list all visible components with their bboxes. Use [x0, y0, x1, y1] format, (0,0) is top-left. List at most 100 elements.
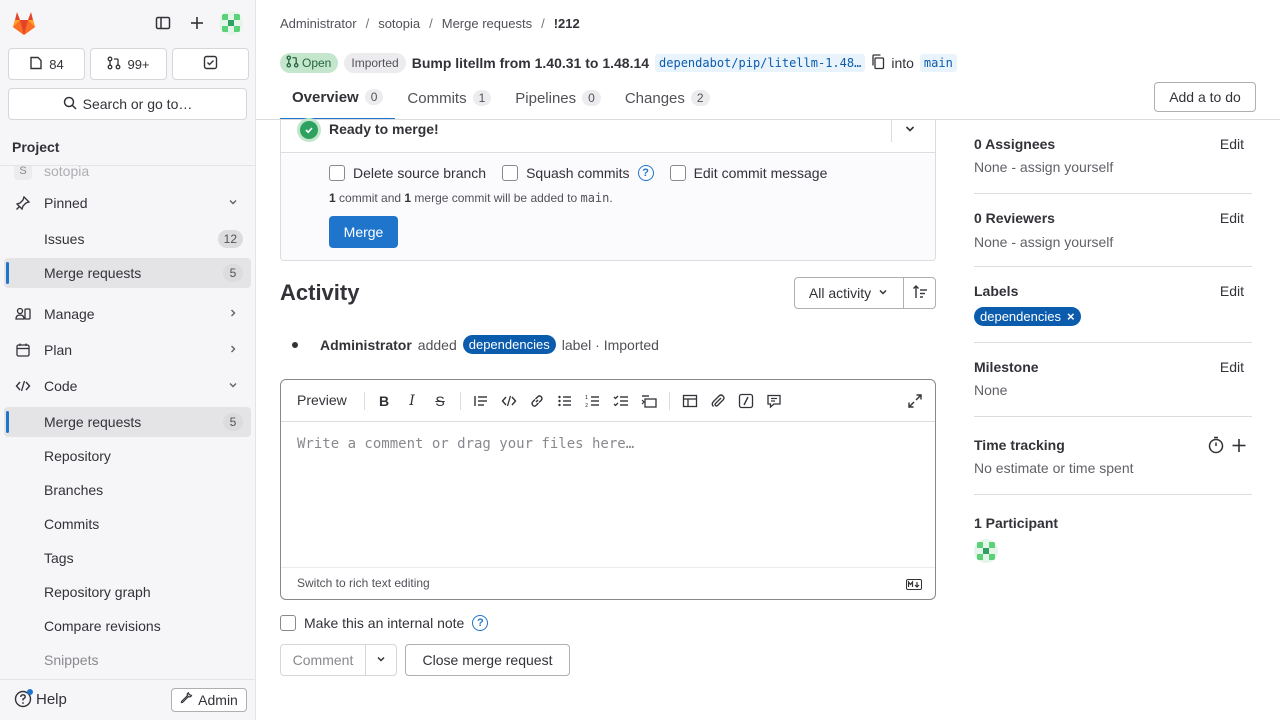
assign-reviewer-link[interactable]: None - assign yourself: [974, 234, 1113, 250]
sidebar-item-repository-graph[interactable]: Repository graph: [4, 577, 251, 607]
edit-commit-message-option[interactable]: Edit commit message: [669, 165, 827, 181]
add-time-icon[interactable]: [1231, 436, 1247, 457]
quote-icon[interactable]: [471, 391, 491, 411]
breadcrumb-item[interactable]: Administrator: [280, 16, 357, 31]
chevron-down-icon[interactable]: [903, 122, 917, 139]
attachment-icon[interactable]: [708, 391, 728, 411]
status-label: Open: [302, 56, 332, 70]
quick-action-icon[interactable]: [736, 391, 756, 411]
collapsible-section-icon[interactable]: [639, 391, 659, 411]
editor-toolbar: Preview B I S 12: [281, 380, 935, 422]
tab-pipelines[interactable]: Pipelines 0: [503, 76, 613, 120]
sidebar-item-code[interactable]: Code: [4, 371, 251, 401]
issues-counter[interactable]: 84: [8, 48, 85, 80]
delete-source-branch-option[interactable]: Delete source branch: [329, 165, 486, 181]
sidebar-item-tags[interactable]: Tags: [4, 543, 251, 573]
source-branch[interactable]: dependabot/pip/litellm-1.48…: [655, 54, 866, 72]
event-author[interactable]: Administrator: [320, 337, 412, 353]
edit-reviewers-button[interactable]: Edit: [1220, 210, 1244, 226]
breadcrumb-item[interactable]: sotopia: [378, 16, 420, 31]
internal-note-checkbox[interactable]: [280, 615, 296, 631]
milestone-title: Milestone: [974, 359, 1039, 375]
editor-footer: Switch to rich text editing: [281, 567, 935, 599]
sidebar-item-snippets[interactable]: Snippets: [4, 645, 251, 675]
activity-title: Activity: [280, 280, 360, 305]
todos-counter[interactable]: [172, 48, 249, 80]
label-chip-text[interactable]: dependencies: [980, 309, 1061, 324]
gitlab-logo-icon[interactable]: [10, 10, 38, 36]
bold-icon[interactable]: B: [374, 391, 394, 411]
copy-icon[interactable]: [871, 53, 885, 73]
assign-yourself-link[interactable]: None - assign yourself: [974, 159, 1113, 175]
task-list-icon[interactable]: [611, 391, 631, 411]
toolbar-divider: [460, 392, 461, 410]
target-branch[interactable]: main: [919, 54, 957, 72]
edit-labels-button[interactable]: Edit: [1220, 283, 1244, 299]
bullet-list-icon[interactable]: [555, 391, 575, 411]
code-icon[interactable]: [499, 391, 519, 411]
preview-tab[interactable]: Preview: [297, 392, 347, 408]
numbered-list-icon[interactable]: 12: [583, 391, 603, 411]
sidebar-item-issues[interactable]: Issues 12: [4, 224, 251, 254]
comment-textarea[interactable]: Write a comment or drag your files here…: [297, 436, 634, 452]
internal-note-option[interactable]: Make this an internal note ?: [280, 615, 489, 631]
squash-commits-checkbox[interactable]: [502, 165, 519, 181]
sidebar-item-plan[interactable]: Plan: [4, 335, 251, 365]
comment-button[interactable]: Comment: [280, 644, 366, 676]
strikethrough-icon[interactable]: S: [430, 391, 450, 411]
collapse-sidebar-icon[interactable]: [152, 12, 174, 34]
search-label: Search or go to…: [82, 96, 193, 112]
edit-commit-message-checkbox[interactable]: [669, 165, 686, 181]
tab-changes[interactable]: Changes 2: [613, 76, 722, 120]
sidebar-item-commits[interactable]: Commits: [4, 509, 251, 539]
table-icon[interactable]: [680, 391, 700, 411]
italic-icon[interactable]: I: [402, 391, 422, 411]
sidebar-project-name[interactable]: S sotopia: [4, 166, 251, 186]
edit-milestone-button[interactable]: Edit: [1220, 359, 1244, 375]
close-merge-request-button[interactable]: Close merge request: [405, 644, 570, 676]
sidebar-item-merge-requests[interactable]: Merge requests 5: [4, 407, 251, 437]
sidebar-item-merge-requests-pinned[interactable]: Merge requests 5: [4, 258, 251, 288]
toolbar-divider: [669, 392, 670, 410]
breadcrumb-current[interactable]: !212: [554, 16, 580, 31]
tab-commits[interactable]: Commits 1: [395, 76, 503, 120]
comment-icon[interactable]: [764, 391, 784, 411]
admin-button[interactable]: Admin: [171, 688, 247, 712]
merge-request-icon: [286, 55, 299, 71]
delete-source-branch-checkbox[interactable]: [329, 165, 345, 181]
left-sidebar: 84 99+ Search or go to… Project S sotopi…: [0, 0, 256, 720]
label-pill[interactable]: dependencies: [462, 335, 556, 354]
user-avatar[interactable]: [219, 11, 243, 35]
participant-avatar[interactable]: [974, 539, 998, 563]
tab-overview[interactable]: Overview 0: [280, 76, 396, 120]
squash-commits-option[interactable]: Squash commits ?: [502, 165, 654, 181]
sidebar-item-manage[interactable]: Manage: [4, 299, 251, 329]
fullscreen-icon[interactable]: [905, 391, 925, 411]
edit-assignees-button[interactable]: Edit: [1220, 136, 1244, 152]
milestone-section: Milestone Edit None: [974, 343, 1252, 417]
todo-checkbox-icon: [203, 55, 218, 73]
stopwatch-icon[interactable]: [1207, 436, 1225, 457]
breadcrumb-item[interactable]: Merge requests: [442, 16, 532, 31]
merge-requests-counter[interactable]: 99+: [90, 48, 167, 80]
add-todo-button[interactable]: Add a to do: [1154, 82, 1256, 112]
question-circle-icon[interactable]: ?: [472, 615, 489, 631]
remove-label-icon[interactable]: ×: [1067, 309, 1075, 324]
sidebar-item-label: Repository graph: [44, 584, 151, 600]
switch-rich-text-link[interactable]: Switch to rich text editing: [297, 576, 430, 590]
sidebar-item-repository[interactable]: Repository: [4, 441, 251, 471]
sidebar-item-label: Manage: [44, 306, 95, 322]
link-icon[interactable]: [527, 391, 547, 411]
tab-count: 0: [582, 90, 601, 106]
comment-options-dropdown[interactable]: [365, 644, 397, 676]
sidebar-item-compare-revisions[interactable]: Compare revisions: [4, 611, 251, 641]
question-circle-icon[interactable]: ?: [637, 165, 654, 181]
help-button[interactable]: Help: [14, 689, 67, 708]
activity-filter-dropdown[interactable]: All activity: [794, 277, 904, 309]
create-new-icon[interactable]: [186, 12, 208, 34]
sort-order-button[interactable]: [903, 277, 936, 309]
merge-button[interactable]: Merge: [329, 216, 398, 248]
search-button[interactable]: Search or go to…: [8, 88, 247, 120]
sidebar-item-branches[interactable]: Branches: [4, 475, 251, 505]
sidebar-item-pinned[interactable]: Pinned: [4, 188, 251, 218]
